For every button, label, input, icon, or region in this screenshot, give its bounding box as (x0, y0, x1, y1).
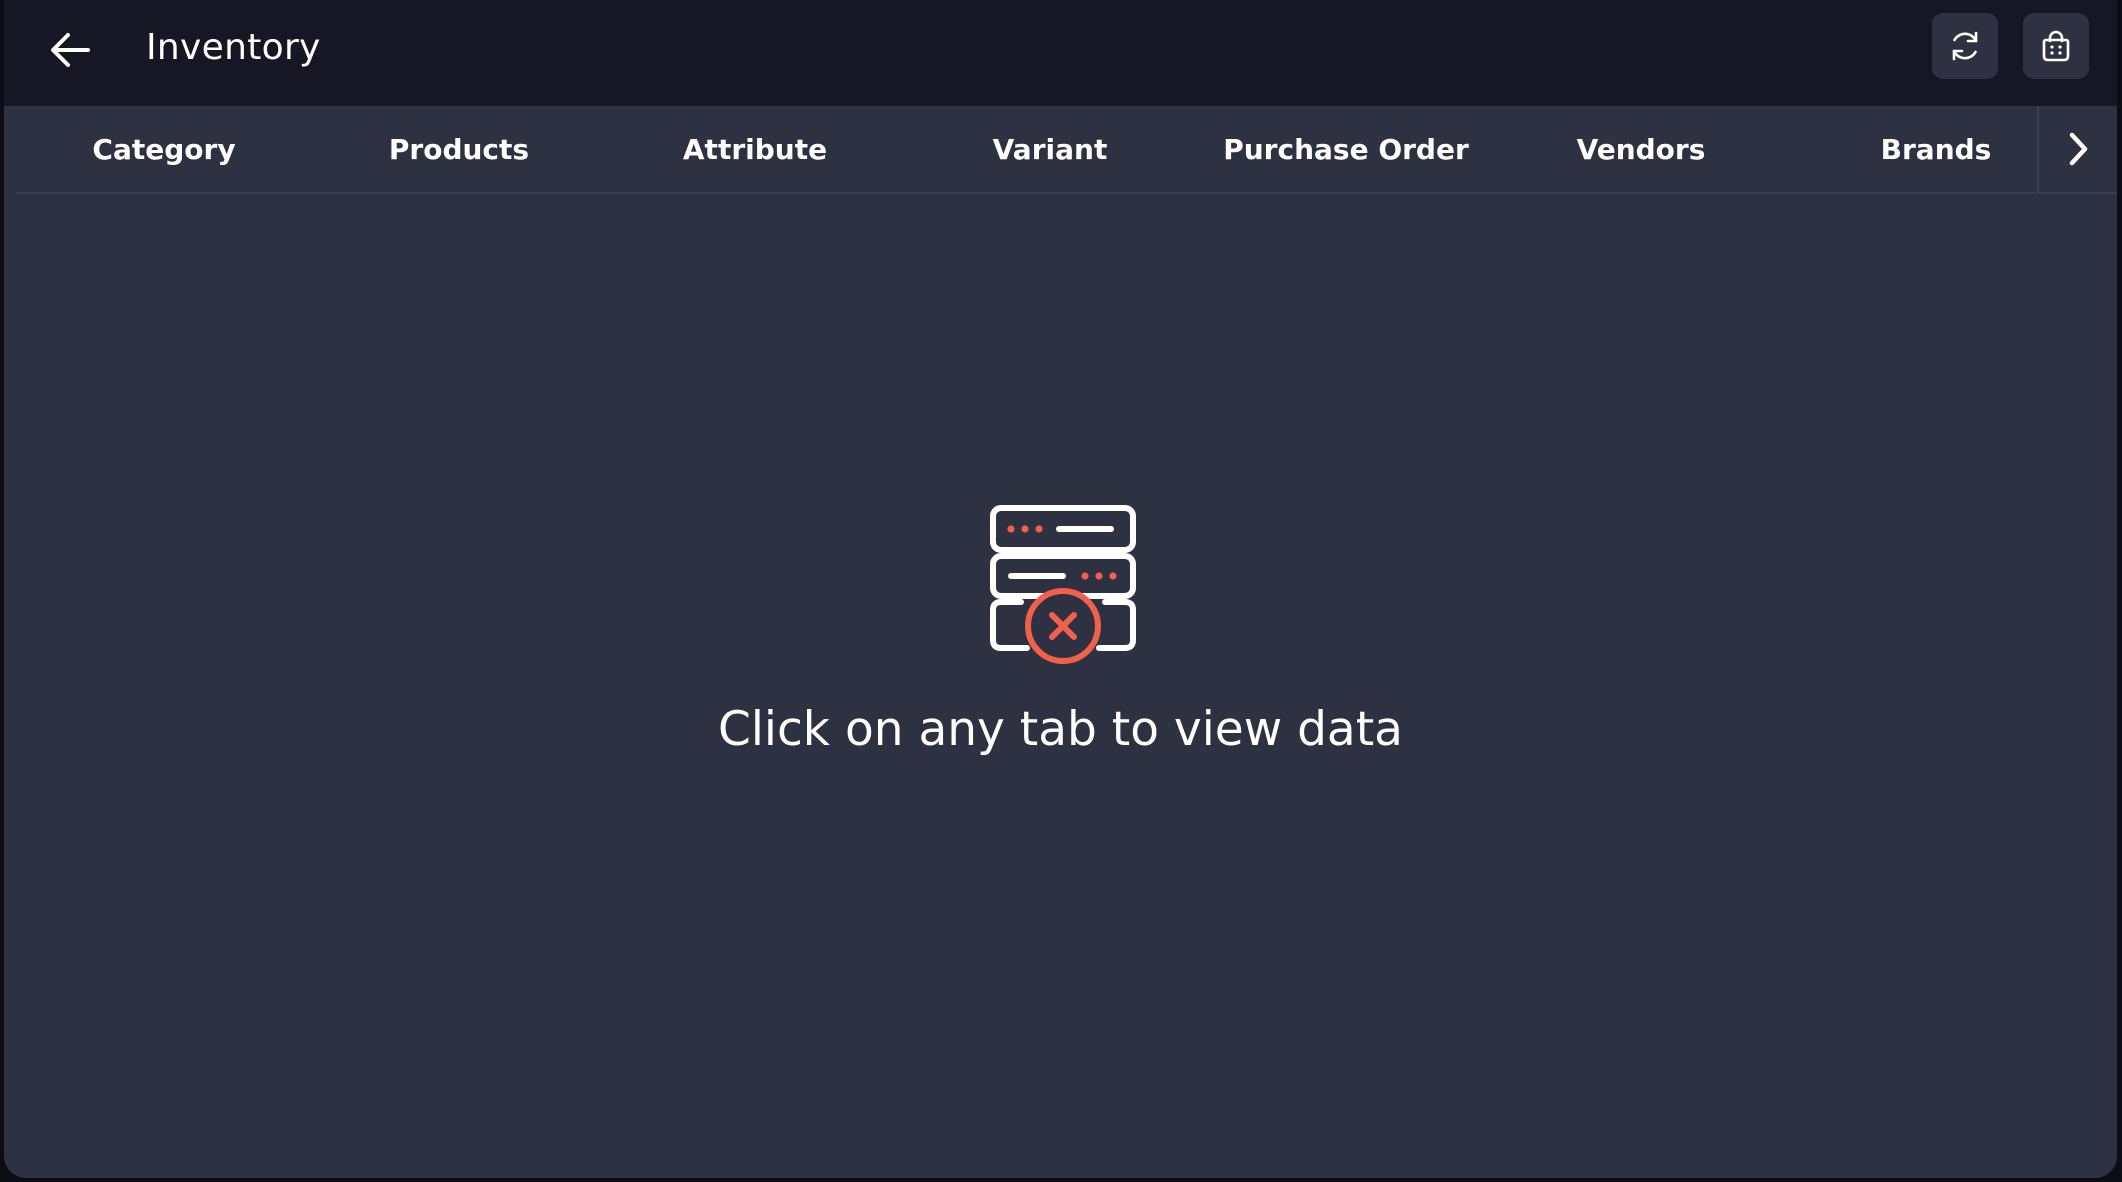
empty-state-message: Click on any tab to view data (718, 702, 1403, 757)
app-window: Inventory Category Products Attribute Va… (4, 0, 2117, 1178)
server-error-icon (990, 505, 1136, 664)
tab-bar: Category Products Attribute Variant Purc… (4, 106, 2117, 195)
refresh-button[interactable] (1932, 13, 1998, 79)
tab-purchase-order[interactable]: Purchase Order (1211, 106, 1481, 192)
shop-button[interactable] (2023, 13, 2089, 79)
top-bar: Inventory (4, 0, 2117, 106)
tab-products[interactable]: Products (339, 106, 579, 192)
refresh-icon (1952, 31, 1978, 61)
tab-vendors[interactable]: Vendors (1521, 106, 1761, 192)
tab-brands[interactable]: Brands (1816, 106, 2056, 192)
arrow-left-icon (51, 33, 90, 67)
page-title: Inventory (146, 27, 321, 68)
empty-state: Click on any tab to view data (4, 195, 2117, 1178)
tab-variant[interactable]: Variant (930, 106, 1170, 192)
tabs-scroll-next-button[interactable] (2037, 106, 2117, 194)
chevron-right-icon (2069, 132, 2088, 166)
tab-category[interactable]: Category (44, 106, 284, 192)
tab-list: Category Products Attribute Variant Purc… (16, 106, 2036, 194)
back-button[interactable] (42, 22, 98, 78)
shopping-bag-icon (2042, 30, 2070, 62)
tab-attribute[interactable]: Attribute (635, 106, 875, 192)
